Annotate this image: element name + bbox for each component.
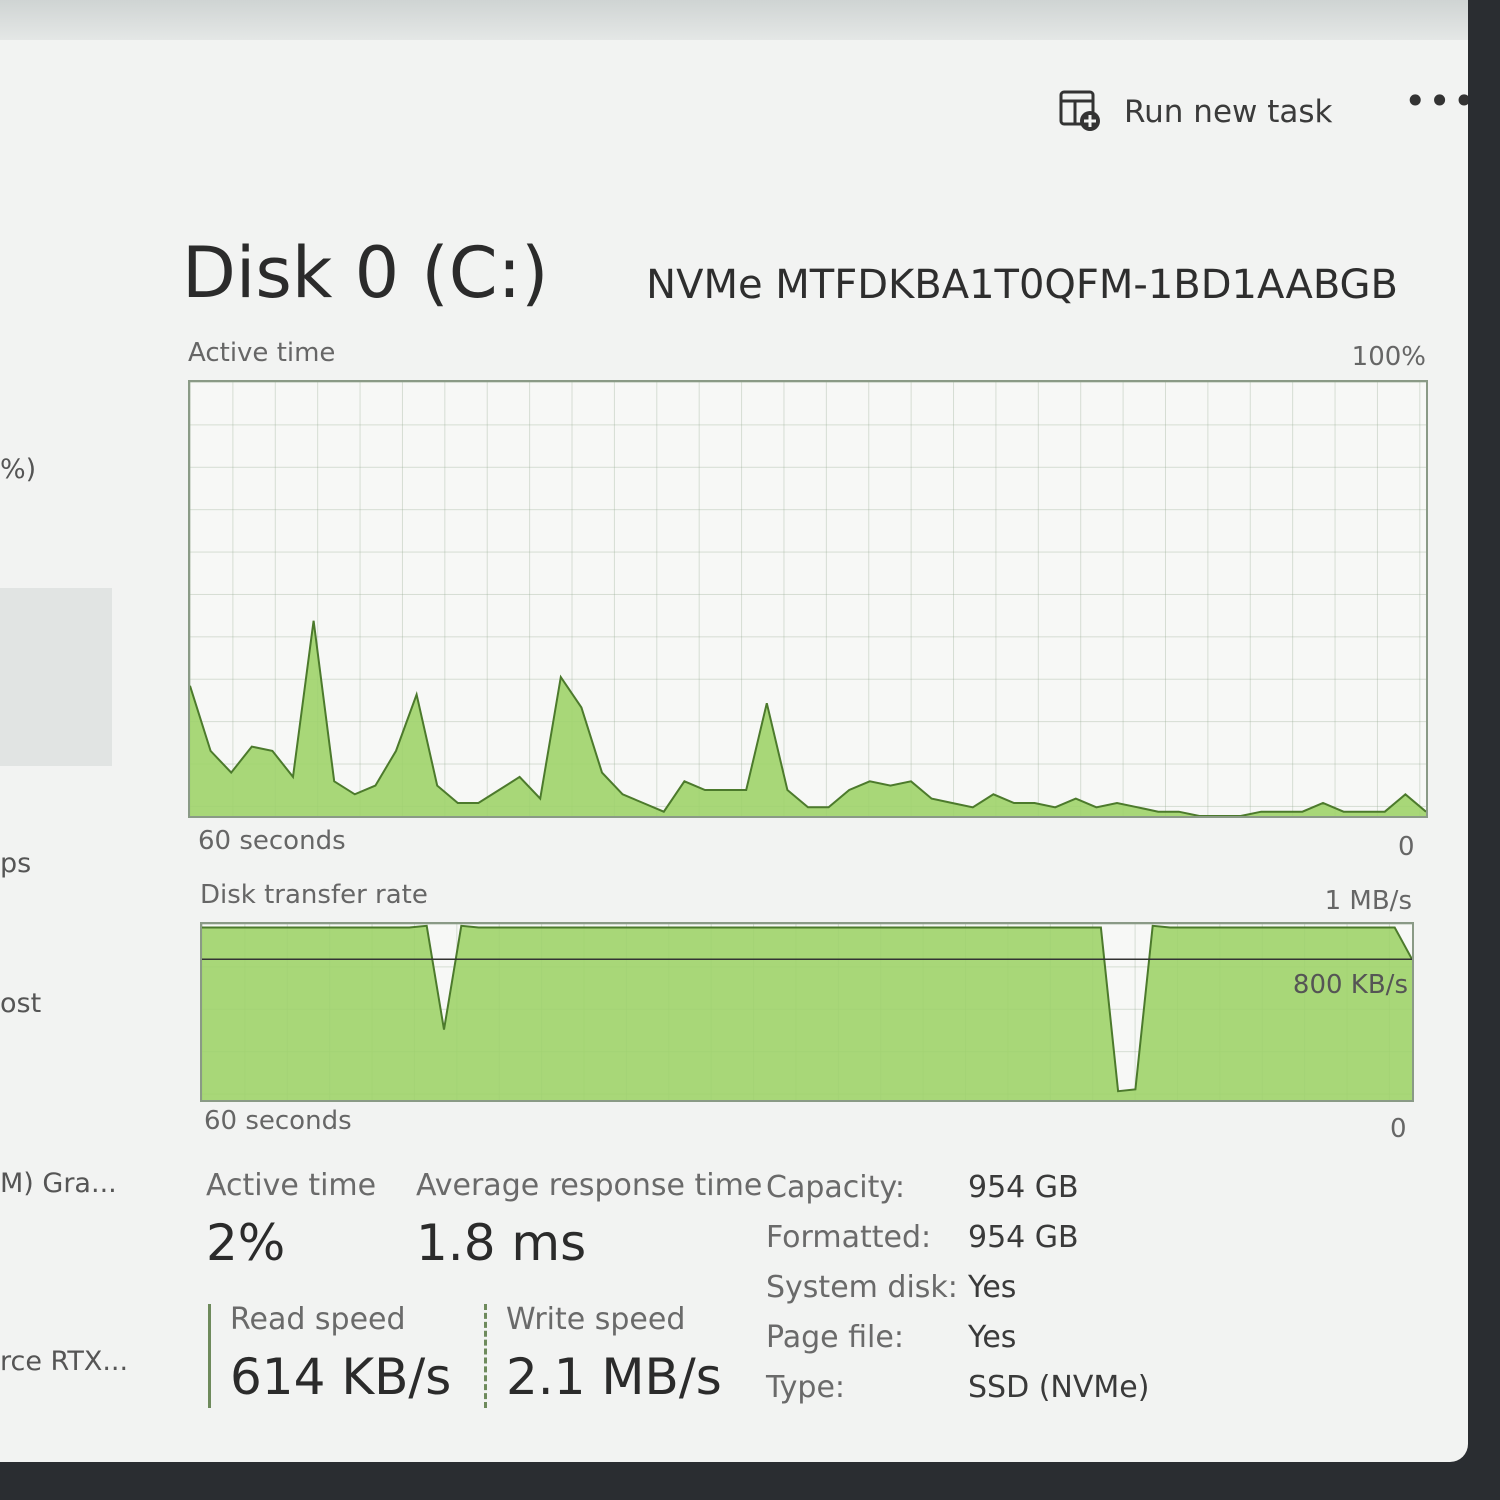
read-speed-value: 614 KB/s xyxy=(230,1348,452,1406)
page-title: Disk 0 (C:) xyxy=(182,232,549,314)
transfer-line-label: 800 KB/s xyxy=(1292,970,1408,1000)
title-bar xyxy=(0,0,1468,40)
active-time-chart xyxy=(188,380,1428,818)
capacity-value: 954 GB xyxy=(968,1170,1079,1205)
avg-response-label: Average response time xyxy=(416,1168,763,1203)
transfer-x-right: 0 xyxy=(1390,1114,1407,1144)
page-file-value: Yes xyxy=(968,1320,1017,1355)
transfer-chart-label: Disk transfer rate xyxy=(200,880,428,910)
write-speed-label: Write speed xyxy=(506,1302,686,1337)
sidebar-fragment-2[interactable]: ps xyxy=(0,848,31,879)
series-area xyxy=(190,620,1426,816)
more-options-button[interactable]: ••• xyxy=(1404,82,1468,132)
transfer-x-left: 60 seconds xyxy=(204,1106,352,1136)
transfer-rate-chart-svg xyxy=(202,924,1412,1100)
disk-model: NVMe MTFDKBA1T0QFM-1BD1AABGB xyxy=(646,262,1398,308)
write-speed-indicator xyxy=(484,1304,487,1408)
sidebar-fragment-4[interactable]: M) Gra... xyxy=(0,1168,117,1199)
run-new-task-icon xyxy=(1058,88,1102,136)
read-speed-label: Read speed xyxy=(230,1302,406,1337)
type-label: Type: xyxy=(766,1370,846,1405)
transfer-rate-chart: 800 KB/s xyxy=(200,922,1414,1102)
system-disk-value: Yes xyxy=(968,1270,1017,1305)
active-time-stat-label: Active time xyxy=(206,1168,377,1203)
write-speed-value: 2.1 MB/s xyxy=(506,1348,722,1406)
formatted-value: 954 GB xyxy=(968,1220,1079,1255)
active-time-x-right: 0 xyxy=(1398,832,1415,862)
transfer-chart-max: 1 MB/s xyxy=(1324,886,1412,916)
sidebar-fragment-5[interactable]: rce RTX... xyxy=(0,1346,128,1377)
sidebar-item-disk-selected[interactable] xyxy=(0,588,112,766)
system-disk-label: System disk: xyxy=(766,1270,958,1305)
capacity-label: Capacity: xyxy=(766,1170,906,1205)
series-area xyxy=(202,925,1412,1100)
sidebar: %) ps ost M) Gra... rce RTX... xyxy=(0,40,128,1460)
type-value: SSD (NVMe) xyxy=(968,1370,1150,1405)
active-time-chart-label: Active time xyxy=(188,338,336,368)
read-speed-indicator xyxy=(208,1304,211,1408)
active-time-stat-value: 2% xyxy=(206,1214,286,1272)
active-time-x-left: 60 seconds xyxy=(198,826,346,856)
run-new-task-button[interactable]: Run new task xyxy=(1058,86,1332,138)
sidebar-fragment-3[interactable]: ost xyxy=(0,988,41,1019)
task-manager-window: %) ps ost M) Gra... rce RTX... Run new t… xyxy=(0,0,1468,1462)
page-file-label: Page file: xyxy=(766,1320,904,1355)
sidebar-fragment-1[interactable]: %) xyxy=(0,454,36,485)
run-new-task-label: Run new task xyxy=(1124,94,1333,130)
avg-response-value: 1.8 ms xyxy=(416,1214,587,1272)
active-time-chart-max: 100% xyxy=(1351,342,1426,372)
formatted-label: Formatted: xyxy=(766,1220,932,1255)
active-time-chart-svg xyxy=(190,620,1426,816)
